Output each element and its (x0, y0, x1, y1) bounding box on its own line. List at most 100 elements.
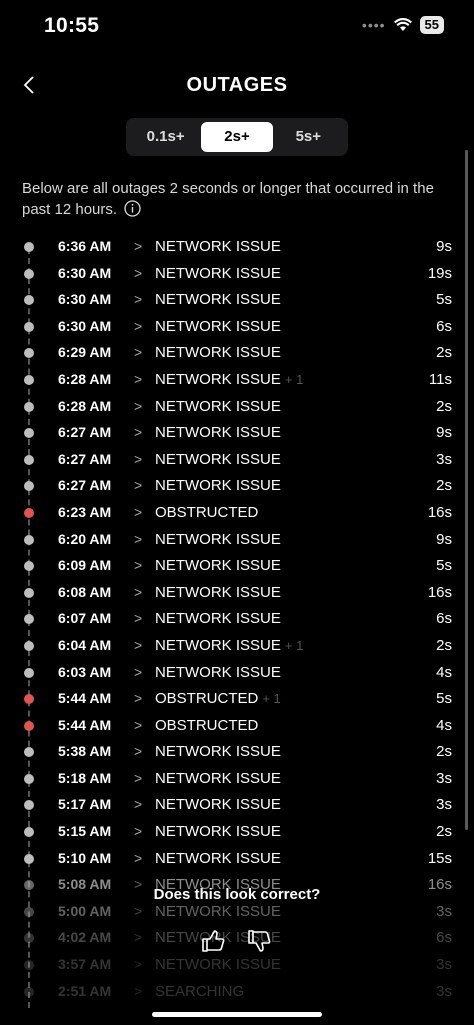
outage-row[interactable]: 6:28 AM > NETWORK ISSUE 2s (0, 394, 474, 421)
outage-cause-text: NETWORK ISSUE (155, 849, 281, 867)
outage-cause: NETWORK ISSUE + 1 (155, 371, 303, 388)
outage-cause: NETWORK ISSUE (155, 451, 281, 468)
thumbs-up-button[interactable] (198, 926, 228, 956)
outage-row[interactable]: 6:30 AM > NETWORK ISSUE 6s (0, 314, 474, 341)
outage-extra-count: + 1 (284, 637, 304, 653)
outage-duration: 5s (436, 291, 452, 309)
chevron-right-icon: > (134, 743, 143, 760)
status-dot (24, 800, 34, 811)
chevron-right-icon: > (134, 690, 143, 707)
outage-row[interactable]: 2:51 AM > SEARCHING 3s (0, 979, 474, 1006)
outage-cause: SEARCHING (155, 983, 244, 1000)
outage-row[interactable]: 6:04 AM > NETWORK ISSUE + 1 2s (0, 633, 474, 660)
outage-duration: 9s (436, 530, 452, 548)
outage-row[interactable]: 6:27 AM > NETWORK ISSUE 3s (0, 447, 474, 474)
outage-row[interactable]: 6:36 AM > NETWORK ISSUE 9s (0, 234, 474, 261)
outage-row[interactable]: 6:30 AM > NETWORK ISSUE 19s (0, 261, 474, 288)
outage-duration: 2s (436, 397, 452, 415)
outage-cause: NETWORK ISSUE + 1 (155, 637, 303, 654)
outage-cause-text: NETWORK ISSUE (155, 317, 281, 335)
outage-cause: NETWORK ISSUE (155, 850, 281, 867)
info-icon[interactable] (124, 200, 141, 217)
outage-row[interactable]: 6:29 AM > NETWORK ISSUE 2s (0, 340, 474, 367)
outage-time: 6:03 AM (58, 663, 112, 680)
chevron-right-icon: > (134, 663, 143, 680)
outage-cause: NETWORK ISSUE (155, 584, 281, 601)
outage-duration: 2s (436, 823, 452, 841)
outage-cause: NETWORK ISSUE (155, 796, 281, 813)
outage-row[interactable]: 6:08 AM > NETWORK ISSUE 16s (0, 580, 474, 607)
outage-time: 6:30 AM (58, 264, 112, 281)
outage-time: 6:28 AM (58, 370, 112, 387)
outage-time: 5:44 AM (58, 690, 112, 707)
outage-time: 6:30 AM (58, 291, 112, 308)
outage-time: 5:18 AM (58, 769, 112, 786)
outage-time: 6:28 AM (58, 397, 112, 414)
outage-row[interactable]: 6:07 AM > NETWORK ISSUE 6s (0, 606, 474, 633)
outage-row[interactable]: 6:09 AM > NETWORK ISSUE 5s (0, 553, 474, 580)
outage-time: 5:38 AM (58, 743, 112, 760)
home-indicator (152, 1012, 322, 1017)
outage-row[interactable]: 6:27 AM > NETWORK ISSUE 2s (0, 473, 474, 500)
outage-extra-count: + 1 (284, 371, 304, 387)
outage-cause: NETWORK ISSUE (155, 557, 281, 574)
status-bar: 10:55 •••• 55 (0, 0, 474, 52)
outage-row[interactable]: 6:20 AM > NETWORK ISSUE 9s (0, 527, 474, 554)
chevron-right-icon: > (134, 929, 143, 946)
filter-2s[interactable]: 2s+ (201, 122, 273, 152)
outage-cause-text: NETWORK ISSUE (155, 238, 281, 255)
outage-cause: NETWORK ISSUE (155, 344, 281, 361)
outage-row[interactable]: 6:03 AM > NETWORK ISSUE 4s (0, 660, 474, 687)
outage-row[interactable]: 6:27 AM > NETWORK ISSUE 9s (0, 420, 474, 447)
outage-duration: 6s (436, 610, 452, 628)
status-dot (24, 534, 34, 545)
outage-cause: NETWORK ISSUE (155, 318, 281, 335)
outage-duration: 16s (427, 583, 452, 601)
chevron-right-icon: > (134, 769, 143, 786)
outage-cause: OBSTRUCTED (155, 717, 258, 734)
outage-cause-text: NETWORK ISSUE (155, 610, 281, 628)
status-dot (24, 720, 34, 731)
outage-row[interactable]: 5:18 AM > NETWORK ISSUE 3s (0, 766, 474, 793)
outage-cause: NETWORK ISSUE (155, 291, 281, 308)
outage-row[interactable]: 5:44 AM > OBSTRUCTED + 1 5s (0, 686, 474, 713)
outage-cause: NETWORK ISSUE (155, 664, 281, 681)
filter-0-1s[interactable]: 0.1s+ (130, 122, 201, 152)
chevron-right-icon: > (134, 477, 143, 494)
outage-row[interactable]: 3:57 AM > NETWORK ISSUE 3s (0, 952, 474, 979)
status-dot (24, 268, 34, 279)
outage-cause: NETWORK ISSUE (155, 477, 281, 494)
status-dot (24, 374, 34, 385)
thumbs-up-icon (202, 930, 225, 952)
outage-duration: 16s (427, 503, 452, 521)
outage-row[interactable]: 6:28 AM > NETWORK ISSUE + 1 11s (0, 367, 474, 394)
scrollbar[interactable] (465, 150, 468, 830)
outage-row[interactable]: 5:44 AM > OBSTRUCTED 4s (0, 713, 474, 740)
filter-5s[interactable]: 5s+ (273, 122, 344, 152)
outage-row[interactable]: 5:17 AM > NETWORK ISSUE 3s (0, 792, 474, 819)
status-dot (24, 667, 34, 678)
outage-duration: 3s (436, 902, 452, 920)
outage-cause-text: NETWORK ISSUE (155, 796, 281, 814)
outage-duration: 2s (436, 636, 452, 654)
outage-row[interactable]: 6:30 AM > NETWORK ISSUE 5s (0, 287, 474, 314)
outage-time: 5:00 AM (58, 902, 112, 919)
outage-row[interactable]: 5:15 AM > NETWORK ISSUE 2s (0, 819, 474, 846)
outage-row[interactable]: 6:23 AM > OBSTRUCTED 16s (0, 500, 474, 527)
status-dot (24, 960, 34, 971)
status-dot (24, 853, 34, 864)
feedback-prompt: Does this look correct? (0, 886, 474, 952)
outage-cause: OBSTRUCTED + 1 (155, 690, 281, 707)
outage-cause: NETWORK ISSUE (155, 398, 281, 415)
thumbs-down-button[interactable] (244, 926, 274, 956)
chevron-right-icon: > (134, 796, 143, 813)
outage-cause: NETWORK ISSUE (155, 531, 281, 548)
chevron-right-icon: > (134, 610, 143, 627)
outage-duration: 5s (436, 557, 452, 575)
status-dot (24, 428, 34, 439)
outage-row[interactable]: 5:38 AM > NETWORK ISSUE 2s (0, 739, 474, 766)
status-dot (24, 242, 34, 252)
outage-cause-text: OBSTRUCTED (155, 716, 259, 734)
outage-cause-text: OBSTRUCTED (155, 690, 259, 708)
outage-row[interactable]: 5:10 AM > NETWORK ISSUE 15s (0, 846, 474, 873)
